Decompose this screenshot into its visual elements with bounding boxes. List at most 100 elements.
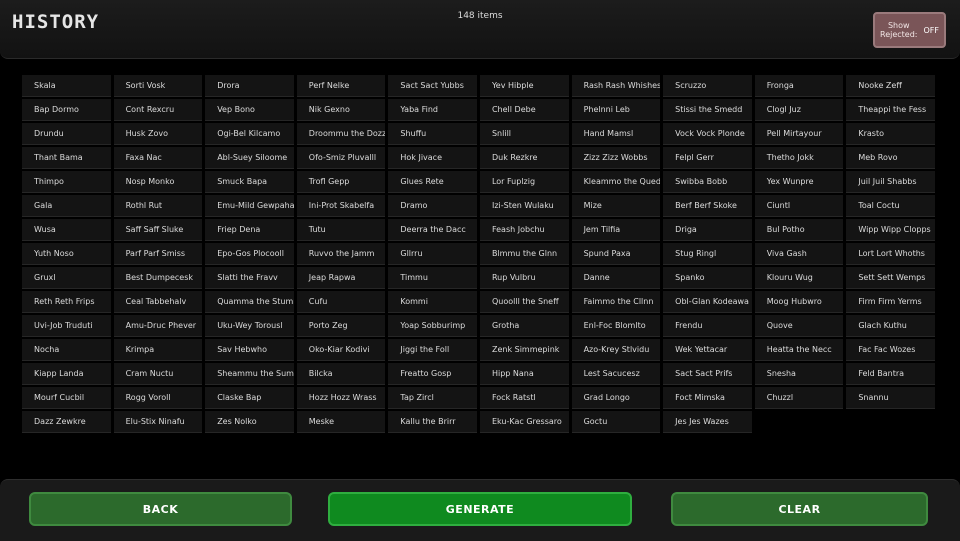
history-item[interactable]: Quoolll the Sneff — [479, 291, 569, 313]
history-item[interactable]: Hok Jivace — [388, 147, 477, 169]
history-item[interactable]: Sact Sact Yubbs — [388, 75, 477, 97]
history-item[interactable]: Rup Vulbru — [479, 267, 569, 289]
history-item[interactable]: Lor Fuplzig — [479, 171, 569, 193]
history-item[interactable]: Ciuntl — [754, 195, 844, 217]
history-item[interactable]: Yex Wunpre — [754, 171, 844, 193]
history-item[interactable]: Nocha — [22, 339, 111, 361]
history-item[interactable]: Jeap Rapwa — [296, 267, 386, 289]
history-item[interactable]: Wipp Wipp Clopps — [846, 219, 935, 241]
history-item[interactable]: Yev Hibple — [479, 75, 569, 97]
history-item[interactable]: Fac Fac Wozes — [846, 339, 935, 361]
history-item[interactable]: Spund Paxa — [571, 243, 661, 265]
generate-button[interactable]: GENERATE — [328, 492, 632, 526]
history-item[interactable]: Snlill — [479, 123, 569, 145]
history-item[interactable]: Shuffu — [388, 123, 477, 145]
history-item[interactable]: Droommu the Dozz — [296, 123, 386, 145]
history-item[interactable]: Sheammu the Summ — [205, 363, 294, 385]
history-item[interactable]: Amu-Druc Phever — [113, 315, 203, 337]
history-item[interactable]: Tap Zircl — [388, 387, 477, 409]
history-item[interactable]: Best Dumpecesk — [113, 267, 203, 289]
history-item[interactable]: Blmmu the Glnn — [479, 243, 569, 265]
history-item[interactable]: Kallu the Brirr — [388, 411, 477, 433]
history-item[interactable]: Enl-Foc Blomlto — [571, 315, 661, 337]
history-item[interactable]: Clogl Juz — [754, 99, 844, 121]
history-item[interactable]: Faimmo the Cllnn — [571, 291, 661, 313]
history-item[interactable]: Spanko — [663, 267, 752, 289]
history-item[interactable]: Tutu — [296, 219, 386, 241]
history-item[interactable]: Gllrru — [388, 243, 477, 265]
history-item[interactable]: Quove — [754, 315, 844, 337]
history-item[interactable]: Emu-Mild Gewpaha — [205, 195, 294, 217]
history-item[interactable]: Gruxl — [22, 267, 111, 289]
history-item[interactable]: Berf Berf Skoke — [663, 195, 752, 217]
history-item[interactable]: Vep Bono — [205, 99, 294, 121]
history-item[interactable]: Cont Rexcru — [113, 99, 203, 121]
history-item[interactable]: Deerra the Dacc — [388, 219, 477, 241]
history-item[interactable]: Freatto Gosp — [388, 363, 477, 385]
history-item[interactable]: Driga — [663, 219, 752, 241]
history-item[interactable]: Bul Potho — [754, 219, 844, 241]
history-item[interactable]: Fock Ratstl — [479, 387, 569, 409]
history-item[interactable]: Parf Parf Smiss — [113, 243, 203, 265]
history-item[interactable]: Eku-Kac Gressaro — [479, 411, 569, 433]
history-item[interactable]: Gala — [22, 195, 111, 217]
history-item[interactable]: Meske — [296, 411, 386, 433]
history-item[interactable]: Abl-Suey Siloome — [205, 147, 294, 169]
history-item[interactable]: Kiapp Landa — [22, 363, 111, 385]
history-item[interactable]: Feash Jobchu — [479, 219, 569, 241]
history-item[interactable]: Grad Longo — [571, 387, 661, 409]
history-item[interactable]: Jiggi the Foll — [388, 339, 477, 361]
history-item[interactable]: Friep Dena — [205, 219, 294, 241]
history-item[interactable]: Scruzzo — [663, 75, 752, 97]
history-item[interactable]: Sact Sact Prifs — [663, 363, 752, 385]
history-item[interactable]: Hozz Hozz Wrass — [296, 387, 386, 409]
history-item[interactable]: Yoap Sobburimp — [388, 315, 477, 337]
history-item[interactable]: Oko-Kiar Kodivi — [296, 339, 386, 361]
history-item[interactable]: Mize — [571, 195, 661, 217]
history-item[interactable]: Azo-Krey Stlvidu — [571, 339, 661, 361]
history-item[interactable]: Mourf Cucbil — [22, 387, 111, 409]
history-item[interactable]: Hipp Nana — [479, 363, 569, 385]
history-item[interactable]: Glues Rete — [388, 171, 477, 193]
history-item[interactable]: Hand Mamsl — [571, 123, 661, 145]
history-item[interactable]: Viva Gash — [754, 243, 844, 265]
history-item[interactable]: Yaba Find — [388, 99, 477, 121]
history-item[interactable]: Kommi — [388, 291, 477, 313]
history-item[interactable]: Porto Zeg — [296, 315, 386, 337]
history-item[interactable]: Thant Bama — [22, 147, 111, 169]
history-item[interactable]: Foct Mimska — [663, 387, 752, 409]
history-item[interactable]: Izi-Sten Wulaku — [479, 195, 569, 217]
history-item[interactable]: Theappi the Fess — [846, 99, 935, 121]
history-item[interactable]: Goctu — [571, 411, 661, 433]
history-item[interactable]: Zizz Zizz Wobbs — [571, 147, 661, 169]
history-item[interactable]: Nik Gexno — [296, 99, 386, 121]
history-item[interactable]: Krasto — [846, 123, 935, 145]
history-item[interactable]: Rothl Rut — [113, 195, 203, 217]
history-item[interactable]: Krimpa — [113, 339, 203, 361]
history-item[interactable]: Rash Rash Whishes — [571, 75, 661, 97]
history-item[interactable]: Wek Yettacar — [663, 339, 752, 361]
history-item[interactable]: Stug Ringl — [663, 243, 752, 265]
history-item[interactable]: Sorti Vosk — [113, 75, 203, 97]
history-item[interactable]: Uvi-Job Truduti — [22, 315, 111, 337]
history-item[interactable]: Snannu — [846, 387, 935, 409]
history-item[interactable]: Drora — [205, 75, 294, 97]
history-item[interactable]: Zenk Simmepink — [479, 339, 569, 361]
show-rejected-toggle[interactable]: Show Rejected: OFF — [873, 12, 946, 48]
history-item[interactable]: Jes Jes Wazes — [663, 411, 752, 433]
history-item[interactable]: Perf Nelke — [296, 75, 386, 97]
history-item[interactable]: Juil Juil Shabbs — [846, 171, 935, 193]
history-item[interactable]: Wusa — [22, 219, 111, 241]
history-item[interactable]: Obl-Glan Kodeawa — [663, 291, 752, 313]
history-item[interactable]: Feld Bantra — [846, 363, 935, 385]
history-item[interactable]: Dramo — [388, 195, 477, 217]
history-item[interactable]: Thetho Jokk — [754, 147, 844, 169]
history-item[interactable]: Sett Sett Wemps — [846, 267, 935, 289]
history-item[interactable]: Ofo-Smiz Pluvalll — [296, 147, 386, 169]
history-item[interactable]: Frendu — [663, 315, 752, 337]
history-item[interactable]: Slatti the Fravv — [205, 267, 294, 289]
history-item[interactable]: Skala — [22, 75, 111, 97]
history-item[interactable]: Quamma the Stumm — [205, 291, 294, 313]
history-item[interactable]: Toal Coctu — [846, 195, 935, 217]
history-item[interactable]: Rogg Voroll — [113, 387, 203, 409]
